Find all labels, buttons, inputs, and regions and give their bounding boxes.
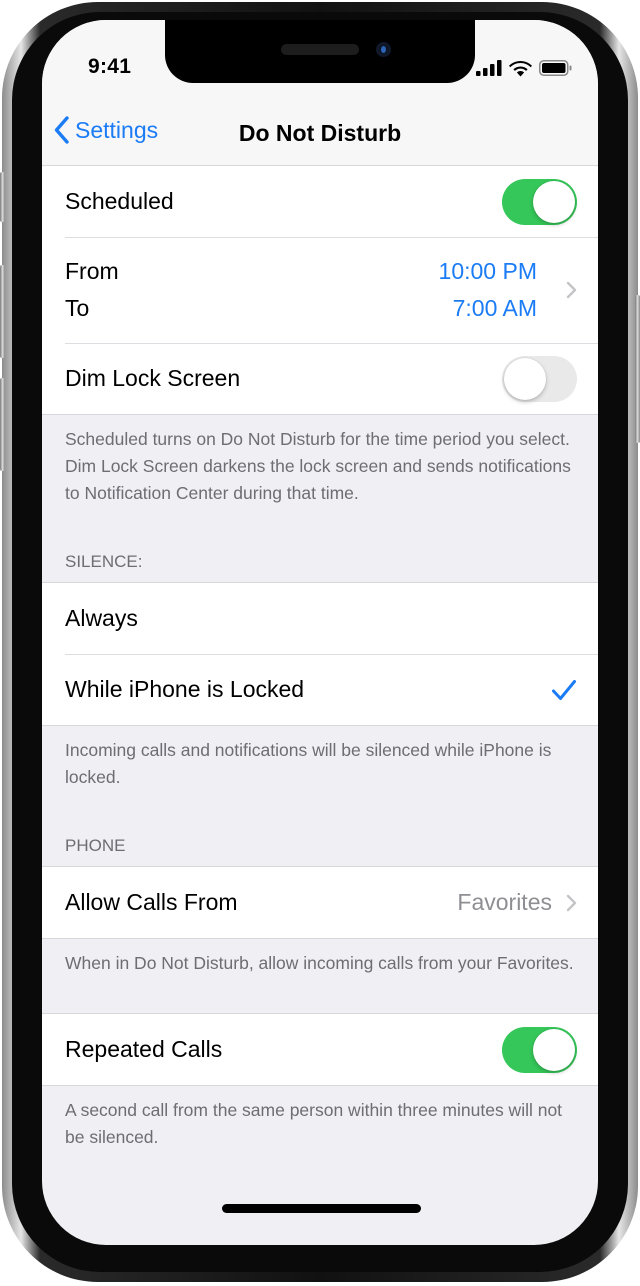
- silence-option-while-locked[interactable]: While iPhone is Locked: [42, 654, 598, 725]
- silence-section-header: SILENCE:: [65, 552, 143, 571]
- silence-group: Always While iPhone is Locked: [42, 582, 598, 726]
- notch: [165, 20, 475, 83]
- allow-calls-from-label: Allow Calls From: [65, 889, 238, 915]
- settings-content: Scheduled From To 10:00 PM 7:00 AM Dim L…: [42, 166, 598, 1151]
- repeated-calls-label: Repeated Calls: [65, 1036, 223, 1062]
- allow-calls-from-row[interactable]: Allow Calls From Favorites: [42, 867, 598, 938]
- chevron-right-icon: [566, 894, 577, 911]
- wifi-icon: [509, 60, 532, 76]
- toggle-knob: [504, 357, 546, 400]
- status-icons: [476, 60, 572, 76]
- checkmark-icon: [552, 679, 576, 700]
- silent-switch: [0, 172, 5, 222]
- scheduled-toggle[interactable]: [502, 178, 577, 225]
- repeated-calls-footer: A second call from the same person withi…: [65, 1100, 563, 1147]
- scheduled-label: Scheduled: [65, 188, 174, 214]
- volume-up-button: [0, 265, 5, 358]
- navigation-bar: Settings Do Not Disturb: [42, 110, 598, 166]
- schedule-time-row[interactable]: From To 10:00 PM 7:00 AM: [42, 237, 598, 343]
- phone-group: Allow Calls From Favorites: [42, 866, 598, 939]
- allow-calls-from-value: Favorites: [457, 889, 552, 915]
- battery-icon: [539, 60, 572, 76]
- dim-lock-screen-label: Dim Lock Screen: [65, 365, 241, 391]
- phone-section-header: PHONE: [65, 836, 126, 855]
- silence-footer: Incoming calls and notifications will be…: [65, 740, 552, 787]
- silence-option-label: While iPhone is Locked: [65, 676, 305, 702]
- toggle-knob: [533, 1028, 575, 1071]
- schedule-group: Scheduled From To 10:00 PM 7:00 AM Dim L…: [42, 166, 598, 415]
- speaker-grille: [281, 44, 359, 55]
- repeated-calls-row: Repeated Calls: [42, 1014, 598, 1085]
- repeated-calls-toggle[interactable]: [502, 1026, 577, 1073]
- page-title: Do Not Disturb: [238, 120, 402, 146]
- repeated-calls-group: Repeated Calls: [42, 1013, 598, 1086]
- dim-lock-screen-toggle[interactable]: [502, 355, 577, 402]
- cellular-signal-icon: [476, 60, 502, 76]
- schedule-footer: Scheduled turns on Do Not Disturb for th…: [65, 429, 571, 503]
- toggle-knob: [533, 180, 575, 223]
- scheduled-row: Scheduled: [42, 166, 598, 237]
- home-indicator[interactable]: [222, 1204, 421, 1213]
- screen: 9:41 Settings Do Not Disturb Scheduled F…: [42, 20, 598, 1245]
- silence-option-label: Always: [65, 605, 138, 631]
- from-label: From: [65, 258, 119, 284]
- to-label: To: [65, 295, 90, 321]
- dim-lock-screen-row: Dim Lock Screen: [42, 343, 598, 414]
- silence-option-always[interactable]: Always: [42, 583, 598, 654]
- status-time: 9:41: [88, 55, 132, 78]
- chevron-right-icon: [566, 281, 577, 299]
- allow-calls-footer: When in Do Not Disturb, allow incoming c…: [65, 953, 574, 973]
- volume-down-button: [0, 378, 5, 471]
- from-time-value: 10:00 PM: [438, 258, 537, 284]
- front-camera: [376, 42, 391, 57]
- to-time-value: 7:00 AM: [452, 295, 537, 321]
- side-button: [635, 295, 640, 443]
